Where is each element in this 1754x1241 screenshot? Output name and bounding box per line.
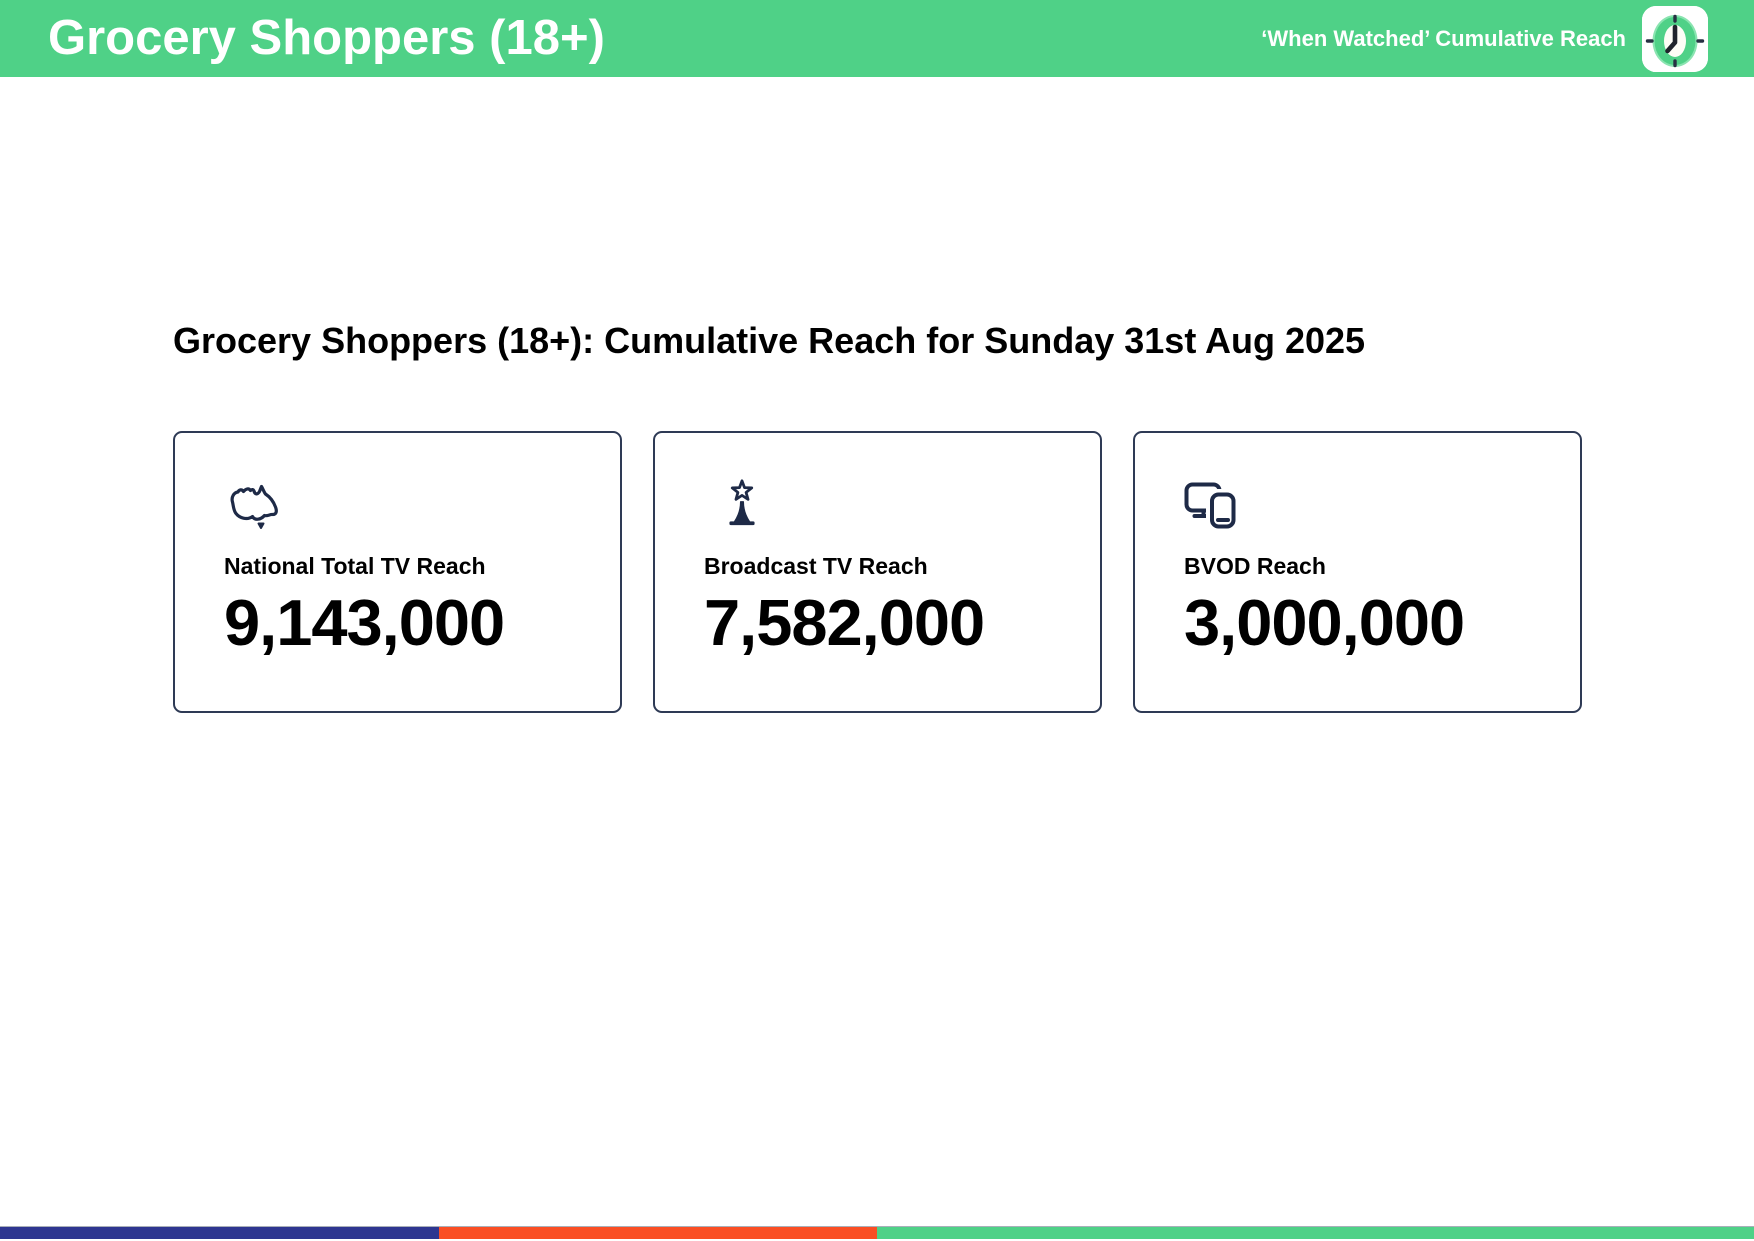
page-title: Grocery Shoppers (18+): [48, 11, 605, 65]
footer-segment-green: [877, 1227, 1754, 1239]
broadcast-tower-icon: [726, 479, 1070, 533]
kpi-label: BVOD Reach: [1184, 553, 1326, 580]
footer-accent-bar: [0, 1226, 1754, 1239]
kpi-card-bvod-reach: BVOD Reach 3,000,000: [1133, 431, 1582, 714]
kpi-value: 9,143,000: [224, 585, 505, 659]
header-right-group: ‘When Watched’ Cumulative Reach: [1261, 5, 1708, 72]
kpi-value: 3,000,000: [1184, 585, 1465, 659]
kpi-label: Broadcast TV Reach: [704, 553, 928, 580]
kpi-label: National Total TV Reach: [224, 553, 486, 580]
header-subtitle: ‘When Watched’ Cumulative Reach: [1261, 25, 1626, 51]
monitor-smartphone-icon: [1184, 479, 1550, 533]
kpi-card-broadcast-tv-reach: Broadcast TV Reach 7,582,000: [653, 431, 1102, 714]
australia-map-icon: [224, 479, 590, 533]
section-heading: Grocery Shoppers (18+): Cumulative Reach…: [173, 320, 1366, 361]
footer-segment-navy: [0, 1227, 439, 1239]
kpi-card-national-total-tv-reach: National Total TV Reach 9,143,000: [173, 431, 622, 714]
report-body: Grocery Shoppers (18+): Cumulative Reach…: [0, 319, 1754, 714]
header-bar: Grocery Shoppers (18+) ‘When Watched’ Cu…: [0, 0, 1754, 77]
footer-segment-orange: [438, 1227, 877, 1239]
kpi-value: 7,582,000: [704, 585, 985, 659]
clock-logo-icon: [1642, 5, 1708, 72]
kpi-cards-row: National Total TV Reach 9,143,000 Broadc…: [173, 431, 1754, 714]
